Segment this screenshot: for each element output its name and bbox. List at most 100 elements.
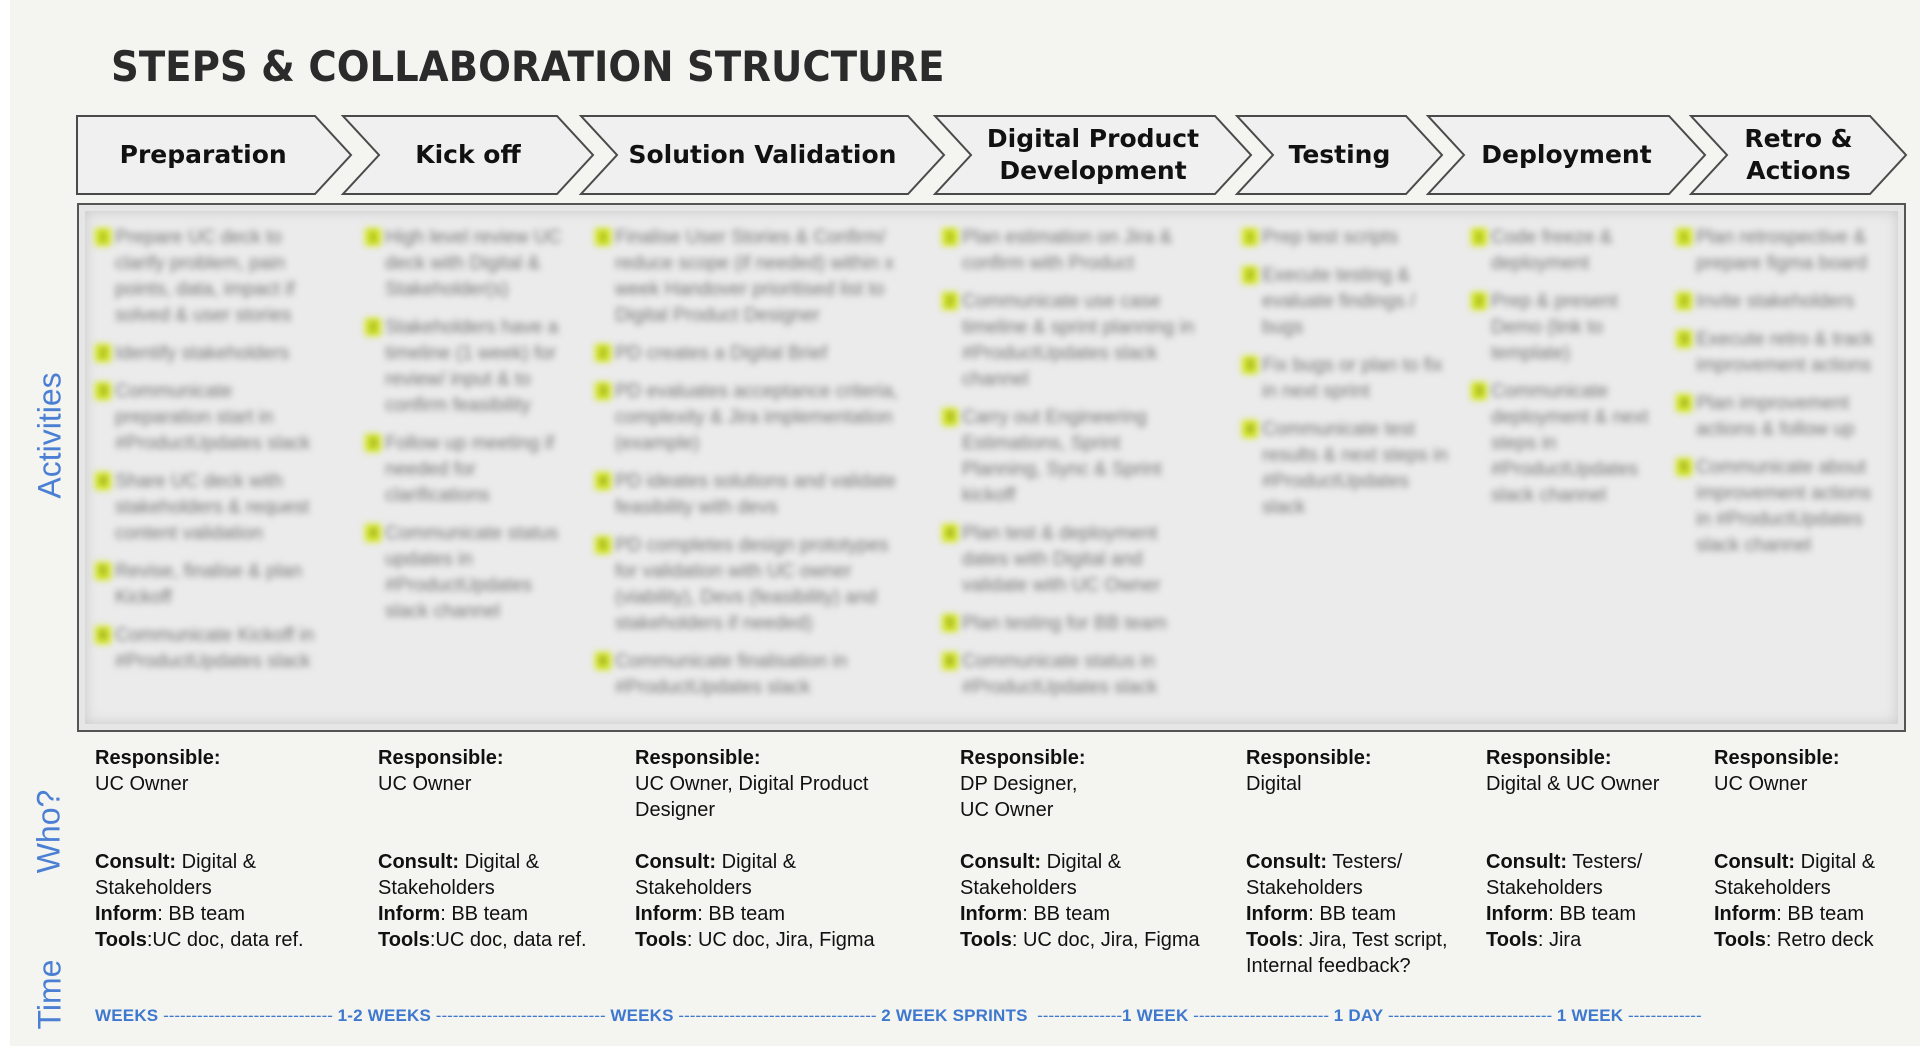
activity-number-marker: 4: [595, 472, 611, 490]
responsible-label: Responsible:: [1714, 747, 1840, 769]
timeline-dashes: -----------------------------------: [673, 1006, 882, 1025]
activities-column: 1 Prepare UC deck to clarify problem, pai…: [95, 225, 325, 687]
activity-text: Communicate deployment & next steps in #…: [1491, 381, 1649, 506]
activity-text: Identify stakeholders: [115, 343, 290, 364]
activity-item: 3 Communicate deployment & next steps in …: [1471, 379, 1661, 509]
activity-item: 2 Prep & present Demo (link to template): [1471, 289, 1661, 367]
consult-line: Consult: Digital & Stakeholders: [95, 849, 310, 901]
inform-label: Inform: [1486, 903, 1549, 925]
activity-text: Revise, finalise & plan Kickoff: [115, 561, 302, 608]
activity-item: 2 Communicate use case timeline & sprint …: [942, 289, 1202, 393]
step-label: Retro & Actions: [1744, 124, 1853, 185]
tools-label: Tools: [635, 929, 687, 951]
consult-label: Consult:: [95, 851, 177, 873]
activities-column: 1 High level review UC deck with Digital …: [365, 225, 580, 637]
consult-line: Consult: Testers/ Stakeholders: [1486, 849, 1701, 901]
inform-value: : BB team: [1308, 903, 1397, 925]
activity-number-marker: 4: [95, 472, 111, 490]
tools-label: Tools: [95, 929, 147, 951]
activity-item: 1 Plan estimation on Jira & confirm with …: [942, 225, 1202, 277]
timeline-duration: 1-2 WEEKS: [337, 1006, 432, 1025]
activity-number-marker: 3: [942, 408, 958, 426]
inform-value: : BB team: [697, 903, 786, 925]
activity-text: Prep test scripts: [1262, 227, 1399, 248]
tools-line: Tools: UC doc, Jira, Figma: [635, 927, 905, 953]
tools-label: Tools: [378, 929, 430, 951]
activities-column: 1 Prep test scripts 2 Execute testing & eva…: [1242, 225, 1452, 533]
activity-text: Stakeholders have a timeline (1 week) fo…: [385, 317, 559, 416]
activities-side-label: Activities: [31, 372, 68, 499]
inform-value: : BB team: [1022, 903, 1111, 925]
activity-text: Plan retrospective & prepare figma board: [1696, 227, 1868, 274]
activity-text: PD creates a Digital Brief: [615, 343, 828, 364]
timeline-duration: WEEKS: [610, 1006, 674, 1025]
activity-item: 6 Communicate finalisation in #ProductUpd…: [595, 649, 915, 701]
activity-number-marker: 1: [1242, 228, 1258, 246]
activity-text: Communicate Kickoff in #ProductUpdates s…: [115, 625, 315, 672]
inform-line: Inform: BB team: [95, 901, 310, 927]
tools-value: : UC doc, Jira, Figma: [1011, 929, 1200, 951]
activity-item: 6 Communicate Kickoff in #ProductUpdates …: [95, 623, 325, 675]
inform-line: Inform: BB team: [1714, 901, 1909, 927]
step-label: Testing: [1288, 140, 1391, 169]
activity-item: 1 Finalise User Stories & Confirm/ reduce…: [595, 225, 915, 329]
activity-item: 1 Prep test scripts: [1242, 225, 1452, 251]
step-label: Solution Validation: [628, 140, 897, 169]
activity-item: 3 Execute retro & track improvement actio…: [1676, 327, 1886, 379]
inform-line: Inform: BB team: [635, 901, 905, 927]
tools-value: : Jira: [1537, 929, 1582, 951]
inform-label: Inform: [1714, 903, 1777, 925]
activity-text: Execute testing & evaluate findings / bu…: [1262, 265, 1416, 338]
activity-item: 4 Communicate status updates in #ProductU…: [365, 521, 580, 625]
tools-line: Tools: UC doc, Jira, Figma: [960, 927, 1235, 953]
activity-number-marker: 3: [365, 434, 381, 452]
activity-item: 4 Communicate test results & next steps i…: [1242, 417, 1452, 521]
inform-label: Inform: [960, 903, 1023, 925]
inform-label: Inform: [95, 903, 158, 925]
who-column: Responsible: Digital & UC Owner Consult:…: [1486, 745, 1701, 953]
time-side-label: Time: [31, 959, 68, 1030]
activity-number-marker: 2: [942, 292, 958, 310]
activity-text: PD completes design prototypes for valid…: [615, 535, 889, 634]
activity-item: 3 Follow up meeting if needed for clarifi…: [365, 431, 580, 509]
activity-number-marker: 5: [95, 562, 111, 580]
responsible-value: Digital: [1246, 773, 1302, 795]
activity-text: Carry out Engineering Estimations, Sprin…: [962, 407, 1162, 506]
activity-text: Communicate status in #ProductUpdates sl…: [962, 651, 1158, 698]
activity-number-marker: 3: [1242, 356, 1258, 374]
inform-label: Inform: [1246, 903, 1309, 925]
activity-item: 1 High level review UC deck with Digital …: [365, 225, 580, 303]
step-label: Preparation: [119, 140, 287, 169]
tools-label: Tools: [960, 929, 1012, 951]
tools-line: Tools:UC doc, data ref.: [378, 927, 603, 953]
who-column: Responsible: UC Owner, Digital Product D…: [635, 745, 905, 953]
tools-value: : UC doc, Jira, Figma: [686, 929, 875, 951]
activity-text: Communicate preparation start in #Produc…: [115, 381, 311, 454]
responsible-value: UC Owner: [378, 773, 472, 795]
tools-value: :UC doc, data ref.: [429, 929, 587, 951]
activity-item: 5 Revise, finalise & plan Kickoff: [95, 559, 325, 611]
activity-number-marker: 2: [365, 318, 381, 336]
responsible-value: UC Owner, Digital Product Designer: [635, 773, 869, 821]
responsible-value: DP Designer, UC Owner: [960, 773, 1078, 821]
activity-item: 2 Stakeholders have a timeline (1 week) f…: [365, 315, 580, 419]
consult-label: Consult:: [1714, 851, 1796, 873]
inform-value: : BB team: [1548, 903, 1637, 925]
inform-line: Inform: BB team: [960, 901, 1235, 927]
consult-line: Consult: Digital & Stakeholders: [960, 849, 1235, 901]
activity-text: Communicate use case timeline & sprint p…: [962, 291, 1195, 390]
responsible-label: Responsible:: [378, 747, 504, 769]
activity-text: Communicate finalisation in #ProductUpda…: [615, 651, 848, 698]
activity-text: High level review UC deck with Digital &…: [385, 227, 562, 300]
activities-panel-inner: 1 Prepare UC deck to clarify problem, pai…: [85, 211, 1898, 724]
responsible-value: Digital & UC Owner: [1486, 773, 1660, 795]
who-column: Responsible: Digital Consult: Testers/ S…: [1246, 745, 1481, 979]
activity-number-marker: 6: [942, 652, 958, 670]
activity-text: Finalise User Stories & Confirm/ reduce …: [615, 227, 894, 326]
activity-text: Code freeze & deployment: [1491, 227, 1613, 274]
consult-line: Consult: Testers/ Stakeholders: [1246, 849, 1481, 901]
activity-number-marker: 1: [365, 228, 381, 246]
tools-line: Tools:UC doc, data ref.: [95, 927, 310, 953]
tools-line: Tools: Jira, Test script, Internal feedb…: [1246, 927, 1481, 979]
activity-text: Plan estimation on Jira & confirm with P…: [962, 227, 1173, 274]
